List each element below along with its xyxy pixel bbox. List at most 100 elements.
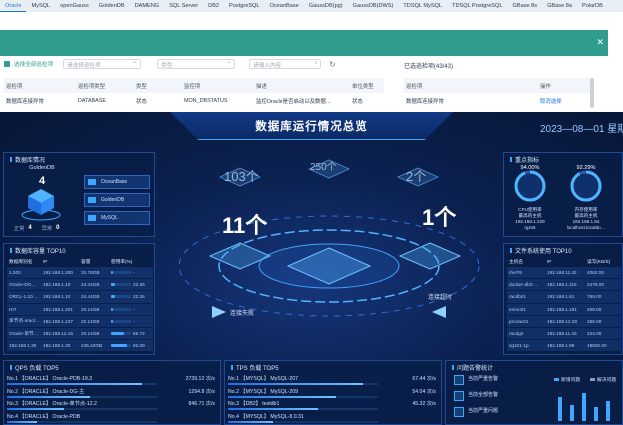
table-row[interactable]: 192.168.1.30 192.168.1.30 245.42GB 82.09	[7, 340, 153, 352]
type-select[interactable]: 类型	[157, 58, 236, 69]
cell: sg101-1p	[509, 343, 529, 349]
table-row[interactable]: Oracle-单节… 192.168.12.16 20.14GB 66.72	[7, 327, 153, 340]
table-row[interactable]: racdg2 192.168.11.43 224.00	[507, 327, 621, 340]
tab-13[interactable]: GBase 8s	[508, 0, 543, 12]
select-all-checkbox[interactable]	[4, 61, 10, 67]
table-row[interactable]: pnorac01 192.168.12.28 256.00	[507, 315, 621, 327]
panel-header: ✕	[0, 30, 608, 56]
usage-value: -	[133, 270, 135, 276]
table-row[interactable]: HIT 192.168.1.201 20.14GB -	[7, 303, 153, 315]
cpu-value: 94.00%	[520, 165, 540, 171]
legend-new: 新增问题	[554, 376, 580, 383]
cell: pnorac01	[509, 318, 529, 324]
cell: 192.168.12.16	[43, 331, 73, 337]
stat-normal-value: 4	[28, 225, 32, 231]
col-header: 容量	[81, 258, 91, 264]
table-row[interactable]: 单节点-oracl… 192.168.1.237 20.14GB -	[7, 315, 153, 327]
cell: 20.14GB	[81, 306, 100, 312]
refresh-icon[interactable]: ↻	[329, 60, 336, 69]
ranking-bar-fill	[7, 383, 142, 385]
table-row[interactable]: 1.200 192.168.1.200 31.78GB -	[7, 267, 153, 279]
ranking-row[interactable]: No.4 【MYSQL】 MySQL-8.0.31	[228, 412, 438, 425]
dashboard: 数据库运行情况总览 2023—08—01 星期二 数据库情况 GoldenDB …	[0, 112, 623, 425]
cell: docker-db2-…	[509, 282, 539, 288]
ranking-bar-fill	[228, 408, 318, 410]
usage-bar	[111, 332, 131, 336]
ranking-bar	[7, 383, 157, 385]
db-type-mysql[interactable]: MySQL	[84, 211, 150, 225]
ranking-row[interactable]: No.2 【MYSQL】 MySQL-209 54.04 次/s	[228, 387, 438, 400]
scrollbar[interactable]	[590, 78, 594, 108]
cell: MON_DBSTATUS	[184, 97, 228, 104]
cell: 192.168.1.30	[9, 343, 37, 349]
tab-4[interactable]: DAMENG	[130, 0, 165, 12]
table-row[interactable]: racdb01 192.168.1.61 769.00	[507, 291, 621, 303]
legend-swatch	[590, 378, 595, 382]
inspection-config-panel: ✕ 选择全部巡检项 请选择巡检项 类型 请输入内容 ⌕ ↻ 巡检项 巡检项类型 类…	[0, 12, 623, 112]
db-type-goldendb[interactable]: GoldenDB	[84, 193, 150, 207]
cell: 31.78GB	[81, 270, 100, 276]
tab-15[interactable]: PolarDB	[577, 0, 608, 12]
tps-ranking: No.1 【MYSQL】 MySQL-207 67.44 次/s No.2 【MYS…	[228, 374, 438, 424]
table-row[interactable]: Oracle-DG… 192.168.1.10 24.44GB 22.26	[7, 279, 153, 291]
alarm-item: 当前全部告警	[454, 391, 498, 401]
usage-cell: 66.72	[109, 331, 153, 336]
count-timeout: 1个	[422, 205, 457, 230]
cell: 数据库连接异常	[406, 98, 444, 105]
tab-2[interactable]: openGauss	[55, 0, 94, 12]
tab-9[interactable]: GaussDB(pg)	[304, 0, 348, 12]
ranking-row[interactable]: No.2 【ORACLE】 Oracle-DG-主 1294.8 次/s	[7, 387, 217, 400]
ranking-row[interactable]: No.3 【DB2】 testdb1 45.32 次/s	[228, 399, 438, 412]
db-type-label: MySQL	[101, 215, 118, 221]
cell: 1.200	[9, 270, 21, 276]
cell: 192.168.1.98	[547, 343, 575, 349]
card-title: QPS 负载 TOP5	[10, 363, 59, 372]
col-header: 巡检项	[6, 83, 23, 90]
cell: 20.14GB	[81, 318, 100, 324]
memory-value: 92.29%	[576, 165, 596, 171]
cell: 24.44GB	[81, 294, 100, 300]
ranking-name: No.4 【MYSQL】 MySQL-8.0.31	[228, 413, 304, 420]
ranking-value: 846.71 次/s	[188, 401, 215, 407]
card-title: 问题告警统计	[452, 363, 493, 372]
tab-11[interactable]: TDSQL MySQL	[398, 0, 447, 12]
tab-0[interactable]: Oracle	[0, 0, 27, 12]
table-row[interactable]: enmo01 192.168.1.181 408.00	[507, 303, 621, 315]
ranking-row[interactable]: No.4 【ORACLE】 Oracle-PDB	[7, 412, 217, 425]
tab-1[interactable]: MySQL	[26, 0, 55, 12]
center-rings	[178, 159, 480, 318]
ranking-row[interactable]: No.1 【MYSQL】 MySQL-207 67.44 次/s	[228, 374, 438, 387]
ranking-row[interactable]: No.1 【ORACLE】 Oracle-PDB-19.3 2739.12 次/s	[7, 374, 217, 387]
tab-12[interactable]: TDSQL PostgreSQL	[447, 0, 507, 12]
alarm-item: 当前严重问题	[454, 407, 498, 417]
ranking-row[interactable]: No.3 【ORACLE】 Oracle-单节点-12.2 846.71 次/s	[7, 399, 217, 412]
table-row: 数据库连接异常 取消选择	[404, 93, 590, 108]
tab-8[interactable]: OceanBase	[265, 0, 304, 12]
table-row[interactable]: docker-db2-… 192.168.1.115 2478.00	[507, 279, 621, 291]
tab-3[interactable]: GoldenDB	[94, 0, 130, 12]
cell: 192.168.1.10	[43, 294, 71, 300]
tab-5[interactable]: SQL Server	[164, 0, 203, 12]
cell: 192.168.1.30	[43, 343, 71, 349]
table-row[interactable]: 数据库连接异常 DATABASE 状态 MON_DBSTATUS 监控Oracl…	[4, 93, 384, 108]
tab-10[interactable]: GaussDB(DWS)	[348, 0, 399, 12]
table-row[interactable]: sg101-1p 192.168.1.98 19820.00	[507, 340, 621, 352]
search-icon: ⌕	[314, 60, 319, 66]
stat-abnormal-value: 0	[56, 225, 60, 231]
tab-14[interactable]: GBase 8a	[542, 0, 577, 12]
search-input[interactable]: 请输入内容 ⌕	[249, 59, 322, 69]
table-row[interactable]: rhel76 192.168.11.42 4062.00	[507, 267, 621, 279]
database-icon	[88, 179, 96, 185]
count-fail: 11个	[222, 213, 268, 238]
close-icon[interactable]: ✕	[596, 37, 604, 48]
table-row[interactable]: ORCL-1.10… 192.168.1.10 24.44GB 22.26	[7, 291, 153, 303]
col-header: IP	[547, 259, 552, 264]
inspection-select[interactable]: 请选择巡检项	[63, 58, 142, 69]
db-type-oceanbase[interactable]: OceanBase	[84, 175, 150, 189]
tab-6[interactable]: DB2	[203, 0, 224, 12]
tab-7[interactable]: PostgreSQL	[224, 0, 264, 12]
col-header: 使用率(%)	[111, 258, 133, 264]
ranking-name: No.3 【DB2】 testdb1	[228, 401, 280, 407]
unselect-link[interactable]: 取消选择	[540, 97, 590, 105]
card-title: 文件系统使用 TOP10	[510, 246, 572, 255]
